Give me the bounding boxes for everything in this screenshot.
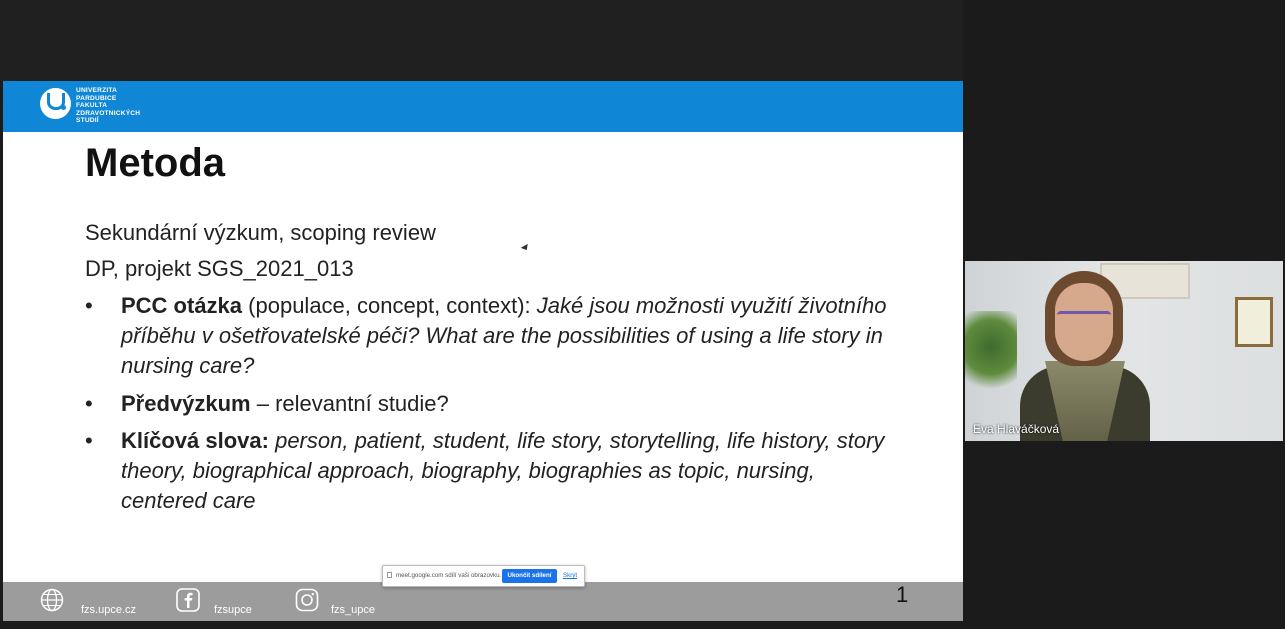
participant-video-tile[interactable]: Eva Hlaváčková: [965, 261, 1283, 441]
slide-title: Metoda: [85, 141, 225, 185]
globe-icon: [40, 588, 64, 612]
slide-page-number: 1: [896, 582, 909, 607]
method-line: Sekundární výzkum, scoping review: [85, 220, 436, 245]
participant-name-label: Eva Hlaváčková: [973, 422, 1060, 436]
bullet-pcc-question: • PCC otázka (populace, concept, context…: [85, 291, 895, 381]
logo-line: UNIVERZITA: [76, 87, 118, 94]
top-black-bar: [0, 0, 963, 81]
hide-button[interactable]: Skrýt: [563, 572, 577, 579]
university-logo-icon: [40, 88, 71, 119]
bullet-bold: Předvýzkum: [121, 391, 251, 416]
stop-sharing-button[interactable]: Ukončit sdílení: [502, 569, 557, 583]
project-line: DP, projekt SGS_2021_013: [85, 256, 354, 281]
logo-line: PARDUBICE: [76, 94, 117, 102]
bullet-prestudy: • Předvýzkum – relevantní studie?: [85, 389, 895, 419]
facebook-icon: [176, 588, 200, 612]
bullet-dot: •: [85, 293, 93, 318]
mouse-cursor-icon: [520, 243, 531, 253]
bullet-keywords: • Klíčová slova: person, patient, studen…: [85, 426, 895, 516]
footer-web-label: fzs.upce.cz: [81, 604, 137, 616]
bullet-dot: •: [85, 428, 93, 453]
screen-share-notification: meet.google.com sdílí vaši obrazovku. Uk…: [382, 565, 585, 587]
bullet-text: (populace, concept, context):: [242, 293, 537, 318]
participant-video-person: [1005, 271, 1165, 441]
bullet-bold: Klíčová slova:: [121, 428, 269, 453]
presentation-slide: UNIVERZITA PARDUBICE FAKULTA ZDRAVOTNICK…: [3, 81, 963, 621]
instagram-icon: [295, 588, 319, 612]
logo-line: FAKULTA: [76, 102, 108, 110]
footer-facebook-label: fzsupce: [214, 604, 252, 616]
share-notification-text: meet.google.com sdílí vaši obrazovku.: [396, 572, 502, 579]
bullet-bold: PCC otázka: [121, 293, 243, 318]
footer-instagram-label: fzs_upce: [331, 604, 376, 616]
bullet-dot: •: [85, 391, 93, 416]
bullet-text: – relevantní studie?: [250, 391, 449, 416]
slide-footer: fzs.upce.cz fzsupce fzs_upce: [3, 582, 963, 621]
slide-header-bar: UNIVERZITA PARDUBICE FAKULTA ZDRAVOTNICK…: [3, 81, 963, 132]
logo-line: STUDIÍ: [76, 117, 99, 125]
share-screen-icon: [387, 572, 392, 578]
university-logo-text: UNIVERZITA PARDUBICE FAKULTA ZDRAVOTNICK…: [76, 87, 140, 125]
